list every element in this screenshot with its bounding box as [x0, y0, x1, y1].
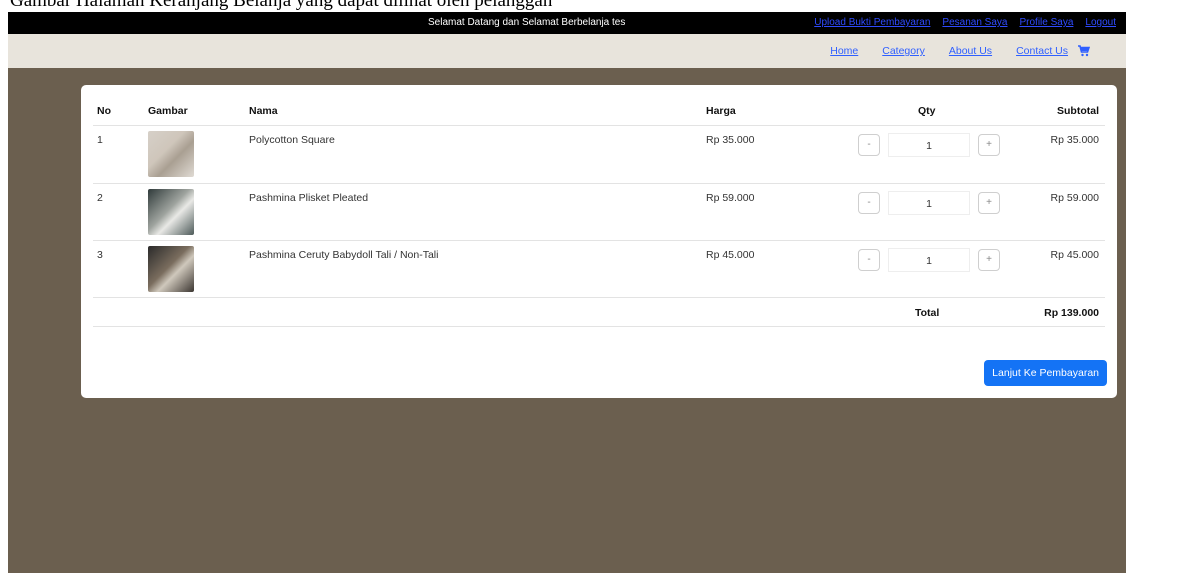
logout-link[interactable]: Logout [1085, 17, 1116, 28]
pesanan-saya-link[interactable]: Pesanan Saya [942, 17, 1007, 28]
quantity-input[interactable]: 1 [888, 191, 970, 215]
increase-button[interactable]: + [978, 192, 1000, 214]
main-navbar: Home Category About Us Contact Us [8, 34, 1126, 68]
total-row: Total Rp 139.000 [93, 297, 1105, 327]
row-subtotal: Rp 35.000 [1050, 134, 1099, 146]
row-subtotal: Rp 45.000 [1050, 249, 1099, 261]
welcome-text: Selamat Datang dan Selamat Berbelanja te… [428, 17, 626, 28]
table-row: 3 Pashmina Ceruty Babydoll Tali / Non-Ta… [93, 240, 1105, 299]
profile-saya-link[interactable]: Profile Saya [1019, 17, 1073, 28]
nav-links: Home Category About Us Contact Us [830, 45, 1068, 57]
upload-bukti-link[interactable]: Upload Bukti Pembayaran [814, 17, 930, 28]
product-name: Polycotton Square [249, 134, 335, 146]
row-no: 3 [97, 249, 103, 261]
header-qty: Qty [918, 105, 936, 117]
browser-viewport: Selamat Datang dan Selamat Berbelanja te… [8, 12, 1126, 573]
cart-card: No Gambar Nama Harga Qty Subtotal 1 Poly… [81, 85, 1117, 398]
nav-contact-us[interactable]: Contact Us [1016, 45, 1068, 57]
increase-button[interactable]: + [978, 134, 1000, 156]
product-price: Rp 45.000 [706, 249, 755, 261]
quantity-stepper: - 1 + [858, 190, 1000, 216]
top-bar: Selamat Datang dan Selamat Berbelanja te… [8, 12, 1126, 34]
lanjut-pembayaran-button[interactable]: Lanjut Ke Pembayaran [984, 360, 1107, 386]
decrease-button[interactable]: - [858, 134, 880, 156]
top-links: Upload Bukti Pembayaran Pesanan Saya Pro… [814, 17, 1116, 28]
nav-home[interactable]: Home [830, 45, 858, 57]
table-header: No Gambar Nama Harga Qty Subtotal [93, 103, 1105, 125]
total-value: Rp 139.000 [1044, 307, 1099, 319]
product-image [148, 246, 194, 292]
header-subtotal: Subtotal [1057, 105, 1099, 117]
header-no: No [97, 105, 111, 117]
header-harga: Harga [706, 105, 736, 117]
page-caption: Gambar Halaman Keranjang Belanja yang da… [10, 0, 553, 11]
nav-about-us[interactable]: About Us [949, 45, 992, 57]
quantity-stepper: - 1 + [858, 247, 1000, 273]
product-price: Rp 59.000 [706, 192, 755, 204]
row-no: 2 [97, 192, 103, 204]
cart-icon[interactable] [1078, 45, 1090, 57]
table-row: 2 Pashmina Plisket Pleated Rp 59.000 - 1… [93, 183, 1105, 242]
product-price: Rp 35.000 [706, 134, 755, 146]
table-row: 1 Polycotton Square Rp 35.000 - 1 + Rp 3… [93, 125, 1105, 184]
quantity-input[interactable]: 1 [888, 248, 970, 272]
quantity-input[interactable]: 1 [888, 133, 970, 157]
header-nama: Nama [249, 105, 278, 117]
row-subtotal: Rp 59.000 [1050, 192, 1099, 204]
nav-category[interactable]: Category [882, 45, 925, 57]
product-image [148, 131, 194, 177]
decrease-button[interactable]: - [858, 249, 880, 271]
quantity-stepper: - 1 + [858, 132, 1000, 158]
increase-button[interactable]: + [978, 249, 1000, 271]
row-no: 1 [97, 134, 103, 146]
product-name: Pashmina Plisket Pleated [249, 192, 369, 204]
product-name: Pashmina Ceruty Babydoll Tali / Non-Tali [249, 249, 439, 261]
product-image [148, 189, 194, 235]
total-label: Total [915, 307, 940, 319]
decrease-button[interactable]: - [858, 192, 880, 214]
header-gambar: Gambar [148, 105, 188, 117]
